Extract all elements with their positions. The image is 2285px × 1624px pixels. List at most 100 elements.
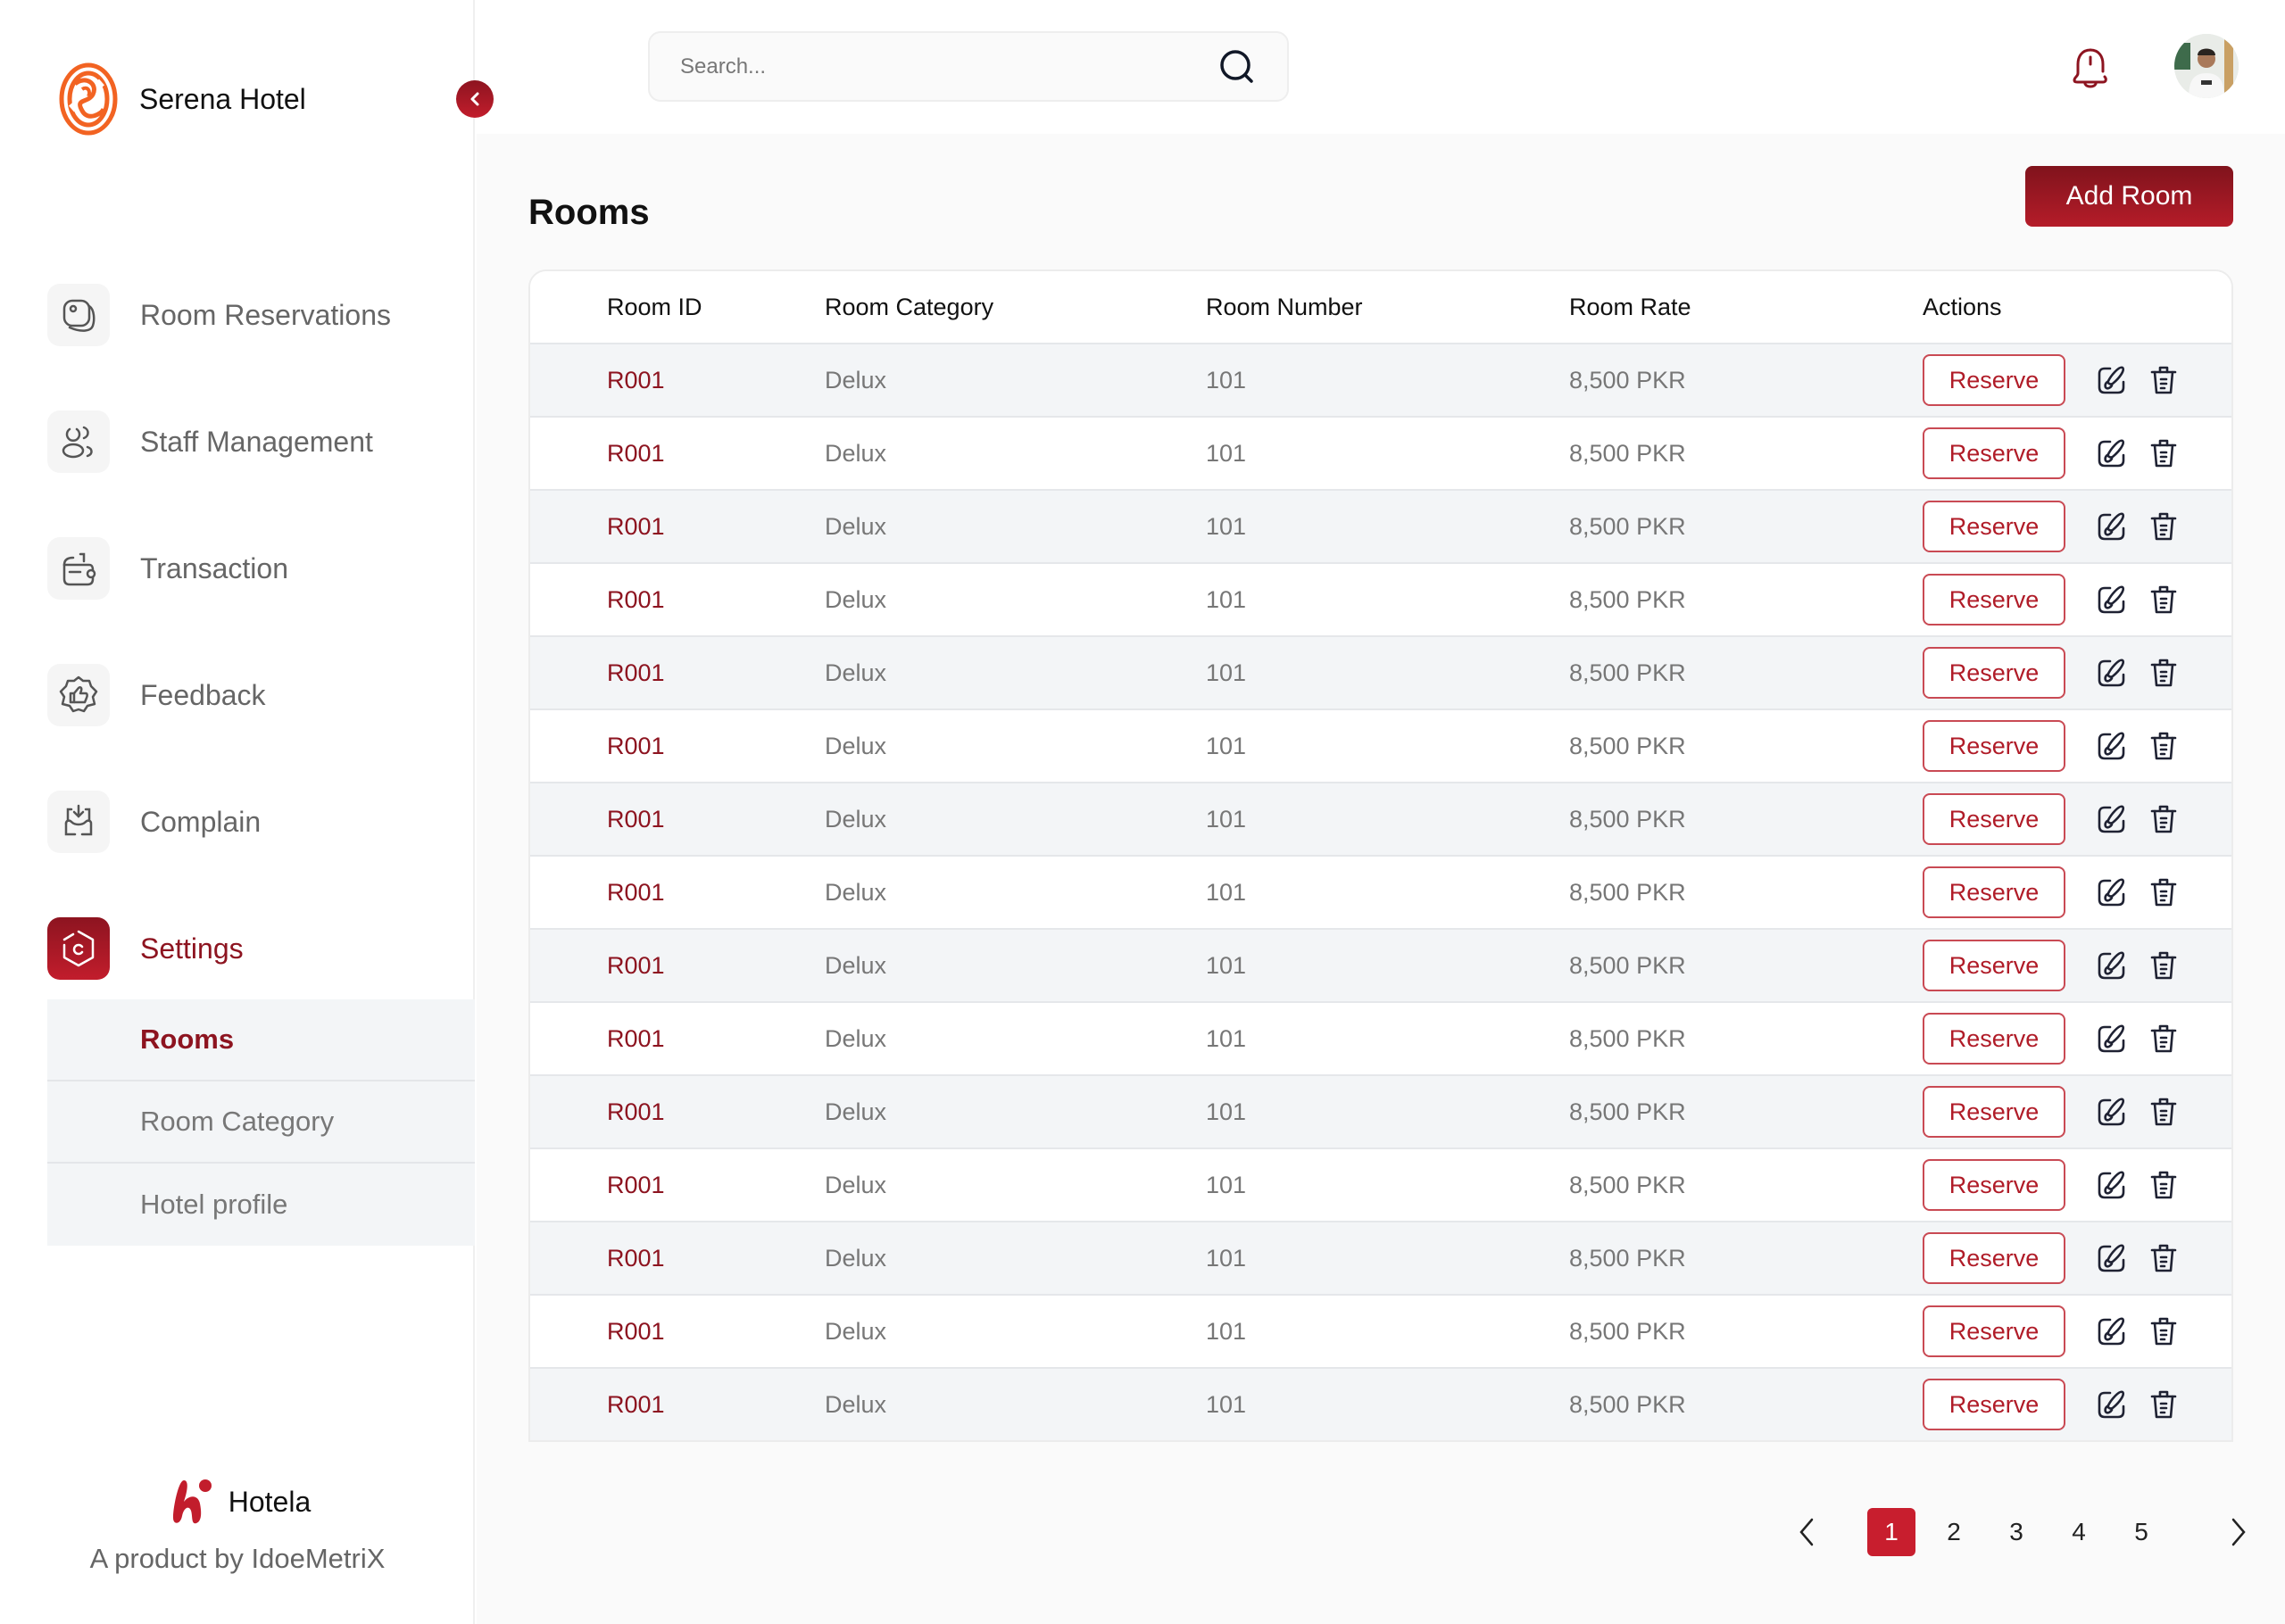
room-id-cell[interactable]: R001 (530, 586, 825, 614)
edit-icon[interactable] (2094, 435, 2130, 471)
edit-icon[interactable] (2094, 948, 2130, 983)
room-id-cell[interactable]: R001 (530, 806, 825, 833)
column-header-room-category[interactable]: Room Category (825, 294, 1206, 321)
edit-icon[interactable] (2094, 1021, 2130, 1056)
reserve-button[interactable]: Reserve (1923, 1159, 2065, 1211)
submenu-item-room-category[interactable]: Room Category (47, 1081, 475, 1164)
room-id-cell[interactable]: R001 (530, 1172, 825, 1199)
delete-icon[interactable] (2146, 948, 2181, 983)
room-rate-cell: 8,500 PKR (1569, 512, 1686, 540)
delete-icon[interactable] (2146, 1313, 2181, 1349)
submenu-item-hotel-profile[interactable]: Hotel profile (47, 1164, 475, 1246)
delete-icon[interactable] (2146, 362, 2181, 398)
reserve-button[interactable]: Reserve (1923, 1086, 2065, 1138)
next-page-button[interactable] (2221, 1514, 2256, 1550)
delete-icon[interactable] (2146, 655, 2181, 691)
sidebar-item-settings[interactable]: Settings (47, 917, 475, 980)
room-id-cell[interactable]: R001 (530, 659, 825, 687)
table-row: R001 Delux 101 8,500 PKR Reserve (530, 489, 2231, 562)
delete-icon[interactable] (2146, 509, 2181, 544)
edit-icon[interactable] (2094, 1313, 2130, 1349)
room-id-cell[interactable]: R001 (530, 513, 825, 541)
room-id-cell[interactable]: R001 (530, 1025, 825, 1053)
room-number-cell: 101 (1206, 1317, 1247, 1345)
reserve-button[interactable]: Reserve (1923, 1232, 2065, 1284)
sidebar-item-staff-management[interactable]: Staff Management (47, 410, 475, 473)
delete-icon[interactable] (2146, 1240, 2181, 1276)
brand[interactable]: Serena Hotel (59, 62, 306, 136)
search-bar (648, 31, 1289, 102)
column-header-room-id[interactable]: Room ID (530, 294, 825, 321)
page-2-button[interactable]: 2 (1930, 1508, 1978, 1556)
actions-cell: Reserve (1923, 1013, 2231, 1065)
sidebar-item-complain[interactable]: Complain (47, 791, 475, 853)
reserve-button[interactable]: Reserve (1923, 574, 2065, 626)
room-category-cell: Delux (825, 732, 887, 759)
page-1-button[interactable]: 1 (1867, 1508, 1915, 1556)
pagination: 12345 (1789, 1508, 2256, 1556)
reserve-button[interactable]: Reserve (1923, 940, 2065, 991)
column-header-room-number[interactable]: Room Number (1206, 294, 1569, 321)
room-id-cell[interactable]: R001 (530, 952, 825, 980)
search-icon[interactable] (1217, 47, 1257, 87)
user-avatar[interactable] (2174, 34, 2239, 98)
reserve-button[interactable]: Reserve (1923, 1013, 2065, 1065)
reserve-button[interactable]: Reserve (1923, 793, 2065, 845)
reserve-button[interactable]: Reserve (1923, 720, 2065, 772)
delete-icon[interactable] (2146, 801, 2181, 837)
edit-icon[interactable] (2094, 509, 2130, 544)
edit-icon[interactable] (2094, 1387, 2130, 1422)
settings-hexagon-icon (47, 917, 110, 980)
reserve-button[interactable]: Reserve (1923, 1379, 2065, 1430)
edit-icon[interactable] (2094, 728, 2130, 764)
room-id-cell[interactable]: R001 (530, 440, 825, 468)
room-id-cell[interactable]: R001 (530, 367, 825, 394)
delete-icon[interactable] (2146, 874, 2181, 910)
sidebar-item-feedback[interactable]: Feedback (47, 664, 475, 726)
page-4-button[interactable]: 4 (2055, 1508, 2103, 1556)
delete-icon[interactable] (2146, 435, 2181, 471)
sidebar-item-transaction[interactable]: Transaction (47, 537, 475, 600)
room-id-cell[interactable]: R001 (530, 1318, 825, 1346)
search-input[interactable] (680, 54, 1217, 79)
edit-icon[interactable] (2094, 655, 2130, 691)
edit-icon[interactable] (2094, 582, 2130, 617)
room-id-cell[interactable]: R001 (530, 1245, 825, 1272)
sidebar-item-room-reservations[interactable]: Room Reservations (47, 284, 475, 346)
delete-icon[interactable] (2146, 1094, 2181, 1130)
delete-icon[interactable] (2146, 1387, 2181, 1422)
reserve-button[interactable]: Reserve (1923, 1305, 2065, 1357)
edit-icon[interactable] (2094, 1240, 2130, 1276)
delete-icon[interactable] (2146, 582, 2181, 617)
thumbs-up-badge-icon (47, 664, 110, 726)
edit-icon[interactable] (2094, 1167, 2130, 1203)
room-category-cell: Delux (825, 1098, 887, 1125)
sidebar-collapse-button[interactable] (456, 80, 494, 118)
page-3-button[interactable]: 3 (1992, 1508, 2040, 1556)
edit-icon[interactable] (2094, 362, 2130, 398)
delete-icon[interactable] (2146, 728, 2181, 764)
edit-icon[interactable] (2094, 1094, 2130, 1130)
room-number-cell: 101 (1206, 1171, 1247, 1198)
reserve-button[interactable]: Reserve (1923, 647, 2065, 699)
previous-page-button[interactable] (1789, 1514, 1824, 1550)
reserve-button[interactable]: Reserve (1923, 866, 2065, 918)
edit-icon[interactable] (2094, 801, 2130, 837)
bell-icon[interactable] (2071, 45, 2110, 89)
reserve-button[interactable]: Reserve (1923, 427, 2065, 479)
delete-icon[interactable] (2146, 1167, 2181, 1203)
actions-cell: Reserve (1923, 501, 2231, 552)
room-id-cell[interactable]: R001 (530, 1391, 825, 1419)
room-id-cell[interactable]: R001 (530, 1098, 825, 1126)
add-room-button[interactable]: Add Room (2025, 166, 2233, 227)
submenu-item-rooms[interactable]: Rooms (47, 999, 475, 1081)
room-id-cell[interactable]: R001 (530, 879, 825, 907)
delete-icon[interactable] (2146, 1021, 2181, 1056)
page-5-button[interactable]: 5 (2117, 1508, 2165, 1556)
room-id-cell[interactable]: R001 (530, 733, 825, 760)
edit-icon[interactable] (2094, 874, 2130, 910)
reserve-button[interactable]: Reserve (1923, 354, 2065, 406)
reserve-button[interactable]: Reserve (1923, 501, 2065, 552)
room-rate-cell: 8,500 PKR (1569, 1244, 1686, 1272)
column-header-room-rate[interactable]: Room Rate (1569, 294, 1923, 321)
